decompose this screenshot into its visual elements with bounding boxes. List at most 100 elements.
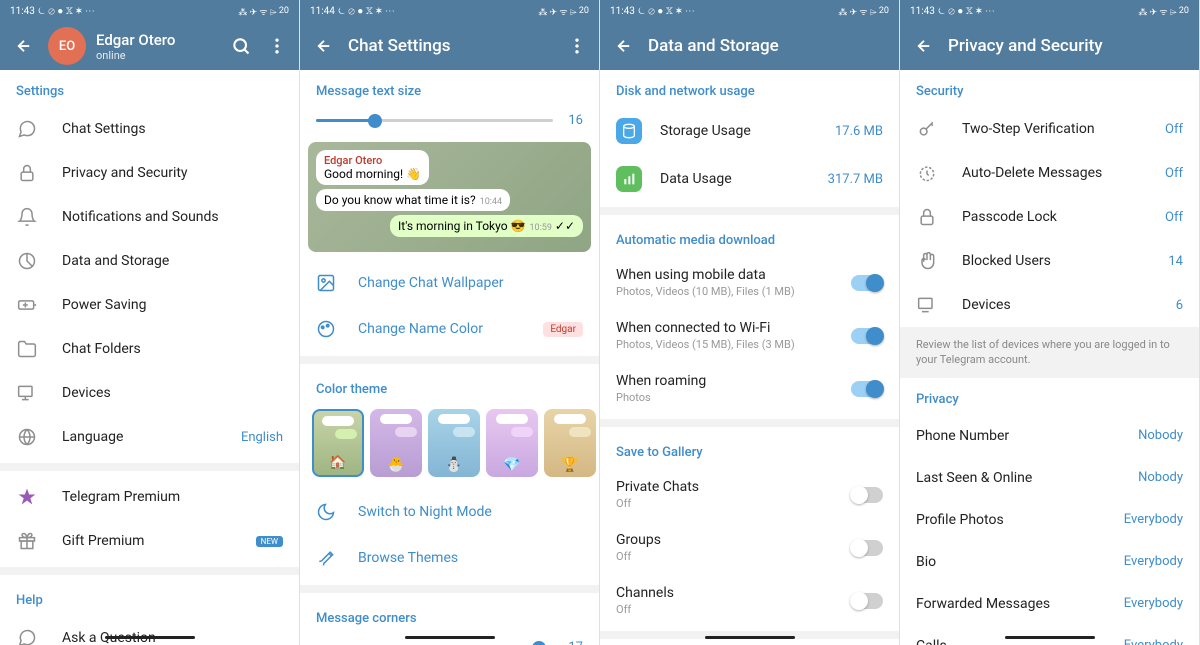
toggle[interactable] [851,593,883,609]
item-ask-question[interactable]: Ask a Question [0,616,299,645]
theme-option[interactable]: 💎 [486,409,538,477]
section-security: Security [900,70,1199,107]
change-name-color[interactable]: Change Name ColorEdgar [300,306,599,352]
theme-option[interactable]: 🏆 [544,409,596,477]
timer-icon [916,162,938,184]
section-color-theme: Color theme [300,368,599,405]
privacy-security-screen: 11:43 ⏾ ⊘ ● 𝕏 ✶ ⋯ ⁂ ✈ ᯤ ⌲20 Privacy and … [900,0,1200,645]
item-passcode[interactable]: Passcode LockOff [900,195,1199,239]
toggle[interactable] [851,381,883,397]
item-blocked-users[interactable]: Blocked Users14 [900,239,1199,283]
item-channels[interactable]: ChannelsOff [600,574,899,627]
nav-bar[interactable] [405,636,495,639]
profile-header: EO Edgar Otero online [0,22,299,70]
item-devices[interactable]: Devices [0,371,299,415]
back-button[interactable] [912,34,936,58]
back-button[interactable] [612,34,636,58]
item-calls[interactable]: CallsEverybody [900,625,1199,645]
user-name: Edgar Otero [96,31,231,49]
item-phone-number[interactable]: Phone NumberNobody [900,415,1199,457]
devices-icon [916,294,938,316]
devices-icon [16,382,38,404]
item-wifi[interactable]: When connected to Wi-FiPhotos, Videos (1… [600,309,899,362]
back-button[interactable] [312,34,336,58]
battery-icon [16,294,38,316]
back-button[interactable] [12,34,36,58]
item-private-chats[interactable]: Private ChatsOff [600,468,899,521]
chat-icon [16,118,38,140]
item-bio[interactable]: BioEverybody [900,541,1199,583]
item-mobile-data[interactable]: When using mobile dataPhotos, Videos (10… [600,256,899,309]
nav-bar[interactable] [105,636,195,639]
more-icon[interactable] [567,36,587,56]
item-notifications[interactable]: Notifications and Sounds [0,195,299,239]
slider-value: 16 [563,113,583,128]
item-two-step[interactable]: Two-Step VerificationOff [900,107,1199,151]
item-language[interactable]: LanguageEnglish [0,415,299,459]
item-data-storage[interactable]: Data and Storage [0,239,299,283]
item-roaming[interactable]: When roamingPhotos [600,362,899,415]
section-disk: Disk and network usage [600,70,899,107]
change-wallpaper[interactable]: Change Chat Wallpaper [300,260,599,306]
search-icon[interactable] [231,36,251,56]
key-icon [916,118,938,140]
bell-icon [16,206,38,228]
pie-icon [16,250,38,272]
toggle[interactable] [851,540,883,556]
item-last-seen[interactable]: Last Seen & OnlineNobody [900,457,1199,499]
item-auto-delete[interactable]: Auto-Delete MessagesOff [900,151,1199,195]
section-save-gallery: Save to Gallery [600,431,899,468]
nav-bar[interactable] [1005,636,1095,639]
status-right-icons: ⁂ ✈ ᯤ ⌲20 [238,5,289,18]
item-storage-usage[interactable]: Storage Usage17.6 MB [600,107,899,155]
toggle[interactable] [851,275,883,291]
palette-icon [316,319,336,339]
night-mode[interactable]: Switch to Night Mode [300,489,599,535]
section-settings: Settings [0,70,299,107]
chat-preview: Edgar OteroGood morning! 👋 Do you know w… [308,142,591,252]
chat-icon [16,627,38,645]
chart-icon [616,166,642,192]
lock-icon [916,206,938,228]
item-gift-premium[interactable]: Gift PremiumNEW [0,519,299,563]
language-value: English [241,430,283,445]
text-size-slider[interactable]: 16 [300,107,599,142]
devices-info: Review the list of devices where you are… [900,327,1199,378]
status-bar: 11:44 ⏾ ⊘ ● 𝕏 ✶ ⋯ ⁂ ✈ ᯤ ⌲20 [300,0,599,22]
database-icon [616,118,642,144]
toggle[interactable] [851,328,883,344]
toggle[interactable] [851,487,883,503]
page-title: Data and Storage [648,36,887,56]
item-chat-folders[interactable]: Chat Folders [0,327,299,371]
item-forwarded[interactable]: Forwarded MessagesEverybody [900,583,1199,625]
image-icon [316,273,336,293]
theme-option[interactable]: ⛄ [428,409,480,477]
lock-icon [16,162,38,184]
page-title: Chat Settings [348,36,567,56]
header: Privacy and Security [900,22,1199,70]
browse-themes[interactable]: Browse Themes [300,535,599,581]
status-bar: 11:43 ⏾ ⊘ ● 𝕏 ✶ ⋯ ⁂ ✈ ᯤ ⌲20 [0,0,299,22]
theme-option[interactable]: 🐣 [370,409,422,477]
more-icon[interactable] [267,36,287,56]
avatar[interactable]: EO [48,27,86,65]
section-help: Help [0,579,299,616]
item-groups[interactable]: GroupsOff [600,521,899,574]
moon-icon [316,502,336,522]
status-bar: 11:43 ⏾ ⊘ ● 𝕏 ✶ ⋯ ⁂ ✈ ᯤ ⌲20 [900,0,1199,22]
item-chat-settings[interactable]: Chat Settings [0,107,299,151]
nav-bar[interactable] [705,636,795,639]
item-data-usage[interactable]: Data Usage317.7 MB [600,155,899,203]
item-devices[interactable]: Devices6 [900,283,1199,327]
chat-settings-screen: 11:44 ⏾ ⊘ ● 𝕏 ✶ ⋯ ⁂ ✈ ᯤ ⌲20 Chat Setting… [300,0,600,645]
item-power-saving[interactable]: Power Saving [0,283,299,327]
item-premium[interactable]: Telegram Premium [0,475,299,519]
theme-option[interactable]: 🏠 [312,409,364,477]
item-privacy[interactable]: Privacy and Security [0,151,299,195]
status-time: 11:44 [310,6,335,17]
status-icons: ⏾ ⊘ ● 𝕏 ✶ ⋯ [38,6,95,17]
user-status: online [96,49,231,62]
page-title: Privacy and Security [948,36,1187,56]
section-auto-download: Automatic media download [600,219,899,256]
item-profile-photos[interactable]: Profile PhotosEverybody [900,499,1199,541]
